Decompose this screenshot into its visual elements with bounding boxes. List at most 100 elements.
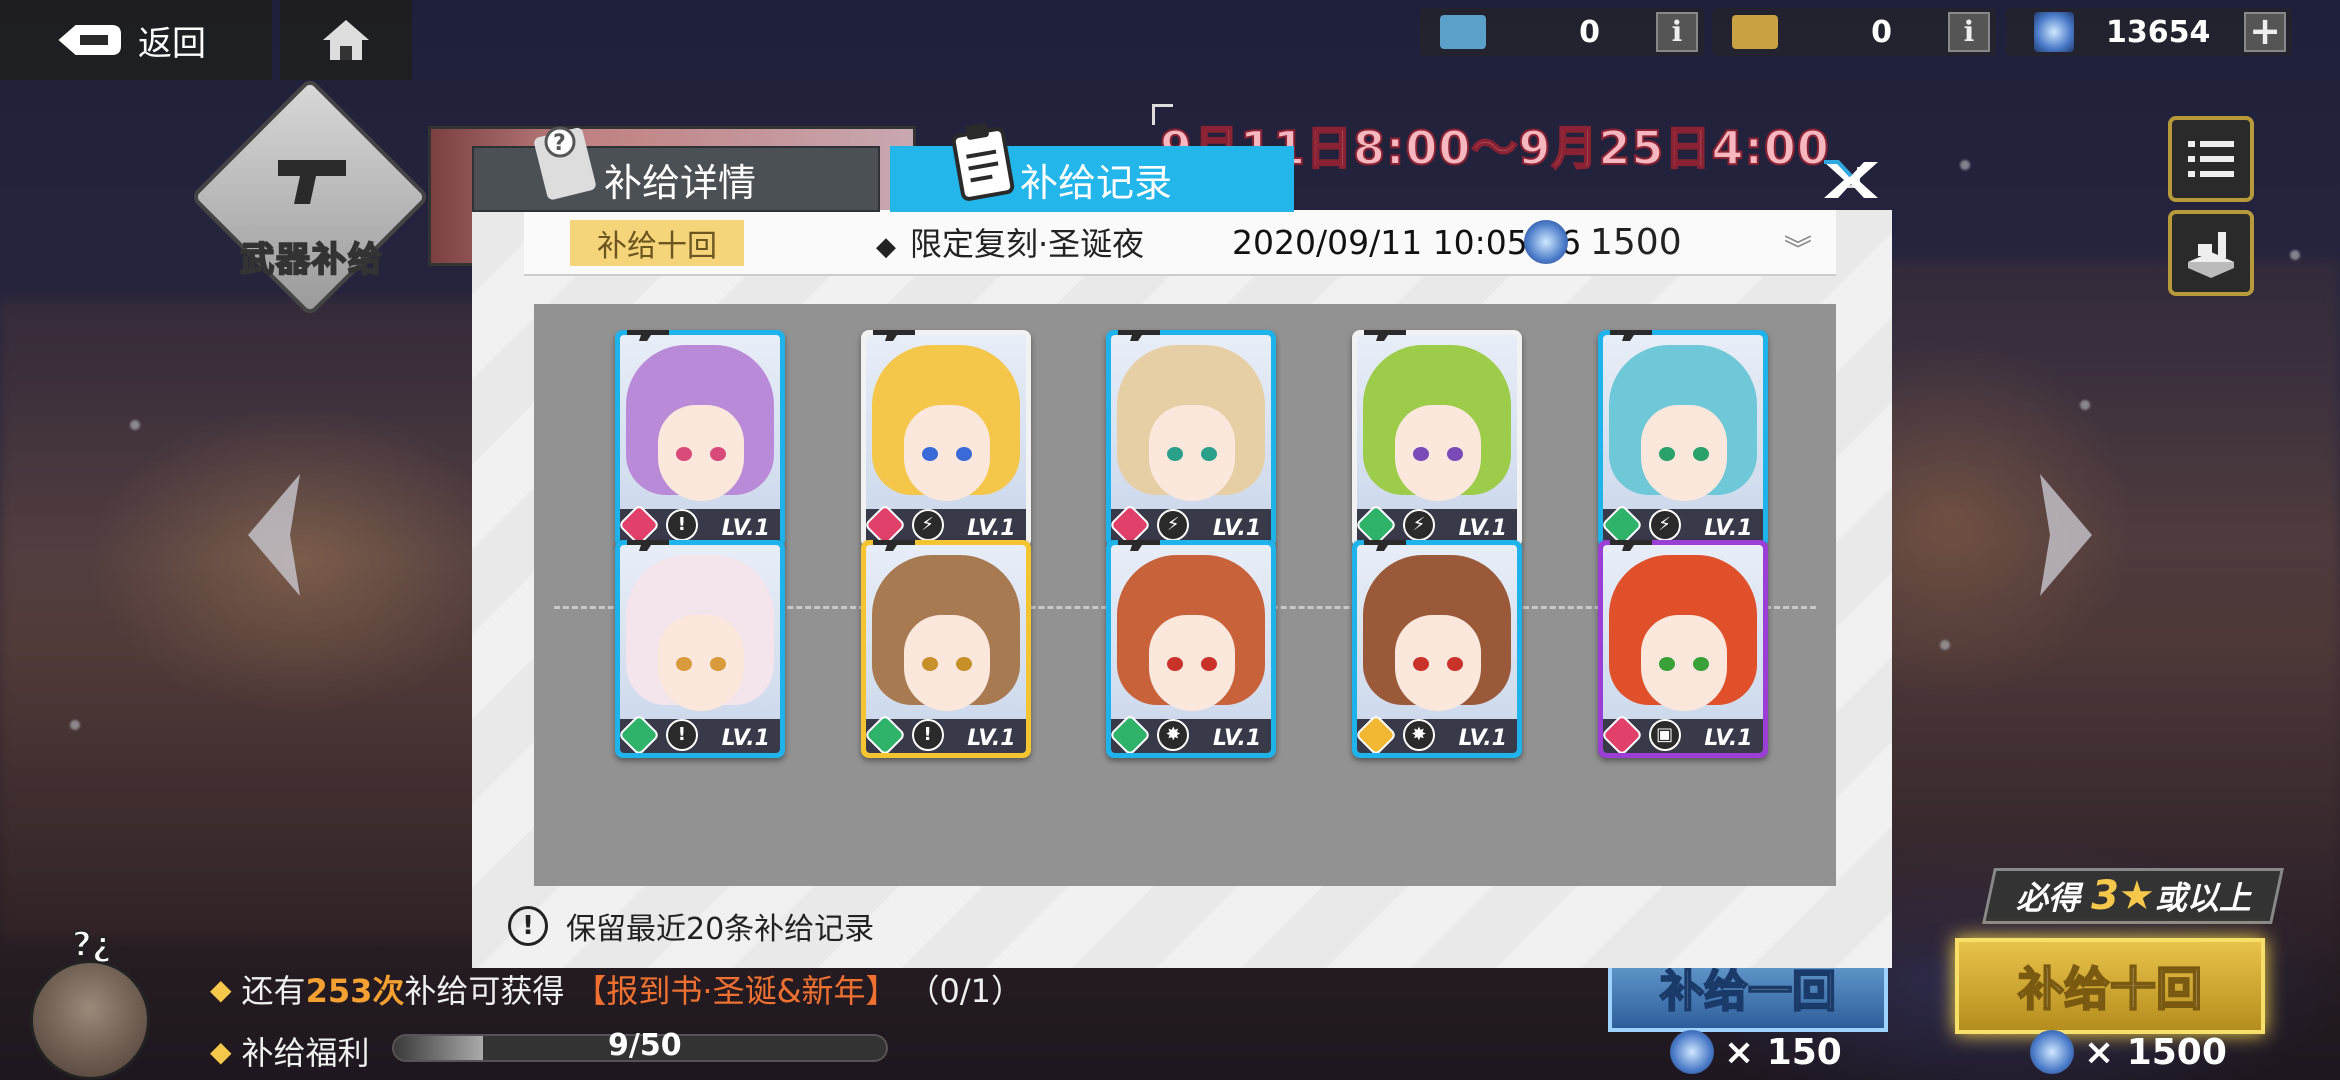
pull-ten-button[interactable]: 补给十回 [1955, 938, 2265, 1034]
character-card[interactable]: ! LV.1 [614, 540, 785, 758]
card-level: LV.1 [1458, 516, 1507, 541]
character-card[interactable]: ⚡ LV.1 [1106, 330, 1277, 548]
weapon-type-icon [1363, 540, 1406, 551]
type-icon: ⚡ [1402, 509, 1435, 541]
type-icon: ▣ [1648, 719, 1681, 751]
weapon-type-icon [872, 330, 915, 341]
weapon-type-icon [872, 540, 915, 551]
gold-ticket-icon [1732, 15, 1778, 49]
character-face [657, 615, 744, 711]
character-eye [955, 657, 972, 671]
welfare-info: ◆ 补给福利 [210, 1028, 370, 1074]
card-inner: ▣ LV.1 [1602, 545, 1763, 753]
character-face [1149, 615, 1236, 711]
welfare-progress-text: 9/50 [608, 1028, 682, 1063]
card-level: LV.1 [967, 516, 1016, 541]
character-card[interactable]: ! LV.1 [614, 330, 785, 548]
character-eye [1446, 447, 1463, 461]
back-arrow-icon [58, 25, 121, 55]
type-icon: ✸ [1157, 719, 1190, 751]
character-card[interactable]: ⚡ LV.1 [1597, 330, 1768, 548]
character-card[interactable]: ✸ LV.1 [1351, 540, 1522, 758]
character-eye [675, 657, 692, 671]
diamond-bullet-icon: ◆ [210, 972, 232, 1006]
character-card[interactable]: ✸ LV.1 [1106, 540, 1277, 758]
card-level: LV.1 [721, 726, 770, 751]
type-icon: ⚡ [1648, 509, 1681, 541]
menu-button[interactable] [2168, 116, 2254, 202]
character-face [1640, 405, 1727, 501]
character-eye [1446, 657, 1463, 671]
resource-value: 0 [1871, 14, 1892, 50]
reward-name[interactable]: 【报到书·圣诞&新年】 [574, 966, 897, 1012]
record-header[interactable]: 补给十回 ◆ 限定复刻·圣诞夜 2020/09/11 10:05:36 1500 … [524, 210, 1836, 276]
type-icon: ! [665, 719, 698, 751]
resource-value: 0 [1579, 14, 1600, 50]
plus-button[interactable]: + [2244, 12, 2286, 52]
svg-text:?: ? [553, 131, 566, 156]
pull-ten-cost-value: × 1500 [2084, 1031, 2227, 1073]
type-icon: ! [911, 719, 944, 751]
card-inner: ✸ LV.1 [1111, 545, 1272, 753]
type-icon: ! [665, 509, 698, 541]
character-card[interactable]: ⚡ LV.1 [860, 330, 1031, 548]
card-inner: ⚡ LV.1 [1111, 335, 1272, 543]
resource-crystal: 13654 + [2006, 8, 2292, 56]
exclamation-icon: ! [508, 906, 548, 946]
record-cost: 1500 [1524, 220, 1682, 264]
card-level: LV.1 [1212, 516, 1262, 541]
card-inner: ! LV.1 [619, 545, 780, 753]
home-button[interactable] [280, 0, 412, 80]
mascot-avatar[interactable] [30, 960, 150, 1080]
weapon-type-icon [626, 540, 669, 551]
back-button[interactable]: 返回 [0, 0, 272, 80]
resource-value: 13654 [2106, 14, 2211, 50]
character-face [1149, 405, 1236, 501]
gun-icon [278, 160, 346, 204]
guarantee-badge: 必得 3★或以上 [1982, 868, 2284, 924]
type-icon: ✸ [1402, 719, 1435, 751]
character-card[interactable]: ! LV.1 [860, 540, 1031, 758]
tab-supply-detail[interactable]: ? 补给详情 [472, 126, 880, 212]
character-face [657, 405, 744, 501]
stage-icon [2188, 232, 2234, 278]
resource-ticket-blue: 0 i [1420, 8, 1704, 56]
card-level: LV.1 [721, 516, 770, 541]
card-inner: ! LV.1 [619, 335, 780, 543]
home-icon [323, 20, 369, 60]
back-label: 返回 [138, 23, 206, 64]
record-cost-value: 1500 [1590, 221, 1682, 263]
info-button[interactable]: i [1656, 12, 1698, 52]
character-eye [709, 447, 726, 461]
pull-once-cost: × 150 [1670, 1030, 1842, 1074]
left-arrow-icon[interactable] [240, 470, 310, 600]
stage-button[interactable] [2168, 210, 2254, 296]
record-note-text: 保留最近20条补给记录 [566, 912, 875, 947]
weapon-supply-label: 武器补给 [239, 239, 384, 281]
guarantee-suffix: 或以上 [2154, 879, 2251, 917]
card-level: LV.1 [1212, 726, 1262, 751]
character-card[interactable]: ▣ LV.1 [1597, 540, 1768, 758]
pull-once-cost-value: × 150 [1724, 1031, 1842, 1073]
weapon-type-icon [1118, 540, 1161, 551]
info-button[interactable]: i [1948, 12, 1990, 52]
right-arrow-icon[interactable] [2030, 470, 2100, 600]
tab-supply-record[interactable]: 补给记录 [890, 123, 1294, 212]
clipboard-question-icon: ? [534, 126, 596, 200]
chevron-down-icon[interactable]: ︾ [1784, 228, 1812, 268]
diamond-bullet-icon: ◆ [210, 1034, 232, 1068]
card-inner: ✸ LV.1 [1356, 545, 1517, 753]
card-level: LV.1 [1704, 726, 1753, 751]
welfare-progress-fill [394, 1036, 483, 1060]
close-icon[interactable] [1820, 158, 1882, 202]
record-type-tag: 补给十回 [570, 220, 744, 266]
guarantee-prefix: 必得 [2015, 879, 2080, 917]
guarantee-star: 3★ [2090, 873, 2155, 919]
character-face [1394, 405, 1481, 501]
pull-ten-cost: × 1500 [2030, 1030, 2227, 1074]
character-card[interactable]: ⚡ LV.1 [1351, 330, 1522, 548]
character-eye [1658, 657, 1675, 671]
character-eye [921, 657, 938, 671]
blue-ticket-icon [1440, 15, 1486, 49]
card-inner: ⚡ LV.1 [865, 335, 1026, 543]
